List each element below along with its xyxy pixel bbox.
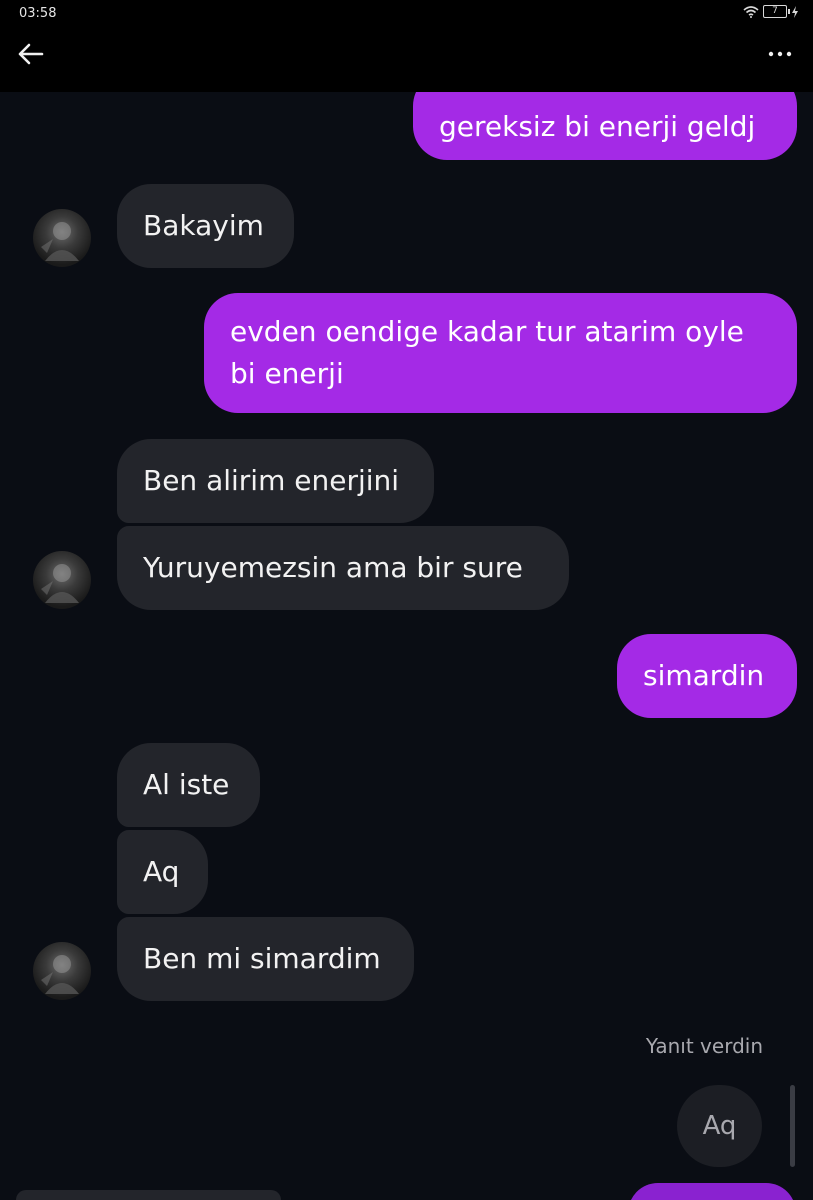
status-icons: 7 <box>743 5 799 18</box>
received-message[interactable]: Aq <box>117 830 208 914</box>
received-message[interactable]: Yuruyemezsin ama bir sure <box>117 526 569 610</box>
wifi-icon <box>743 5 759 18</box>
message-text: Yuruyemezsin ama bir sure <box>143 551 523 584</box>
sent-message[interactable]: simardin <box>617 634 797 718</box>
more-dots-icon <box>768 51 792 57</box>
sent-message[interactable]: evden oendige kadar tur atarim oyle bi e… <box>204 293 797 413</box>
message-text: Al iste <box>143 768 230 801</box>
message-text: Bakayim <box>143 209 264 242</box>
reply-indicator-bar <box>790 1085 795 1167</box>
avatar-image <box>41 564 79 603</box>
received-message[interactable]: Ben mi simardim <box>117 917 414 1001</box>
message-text-line: bi enerji <box>230 357 344 390</box>
contact-avatar[interactable] <box>33 209 91 267</box>
quoted-reply-message[interactable]: Aq <box>677 1085 762 1167</box>
received-message[interactable]: Ben alirim enerjini <box>117 439 434 523</box>
received-message[interactable]: Al iste <box>117 743 260 827</box>
top-bar: 03:58 7 <box>0 0 813 92</box>
quoted-text: Aq <box>702 1111 737 1141</box>
contact-avatar[interactable] <box>33 942 91 1000</box>
status-time: 03:58 <box>19 6 57 21</box>
avatar-image <box>41 955 79 994</box>
sent-message-partial[interactable] <box>628 1183 796 1200</box>
charging-icon <box>792 5 798 18</box>
message-text: Ben mi simardim <box>143 942 381 975</box>
avatar-image <box>41 222 79 261</box>
received-message[interactable]: Bakayim <box>117 184 294 268</box>
message-text: simardin <box>643 659 765 692</box>
arrow-left-icon <box>18 43 44 65</box>
message-text: Ben alirim enerjini <box>143 464 400 497</box>
message-text: gereksiz bi enerji geldj <box>439 110 756 143</box>
sent-message[interactable]: gereksiz bi enerji geldj <box>413 92 797 160</box>
message-text-line: evden oendige kadar tur atarim oyle <box>230 315 744 348</box>
more-options-button[interactable] <box>765 40 795 68</box>
reply-label: Yanıt verdin <box>645 1034 763 1058</box>
contact-avatar[interactable] <box>33 551 91 609</box>
battery-icon: 7 <box>763 5 790 18</box>
message-text: Aq <box>143 855 180 888</box>
received-message-partial[interactable] <box>16 1190 281 1200</box>
back-button[interactable] <box>16 40 46 68</box>
chat-thread[interactable]: gereksiz bi enerji geldj Bakayim evden o… <box>0 92 813 1200</box>
